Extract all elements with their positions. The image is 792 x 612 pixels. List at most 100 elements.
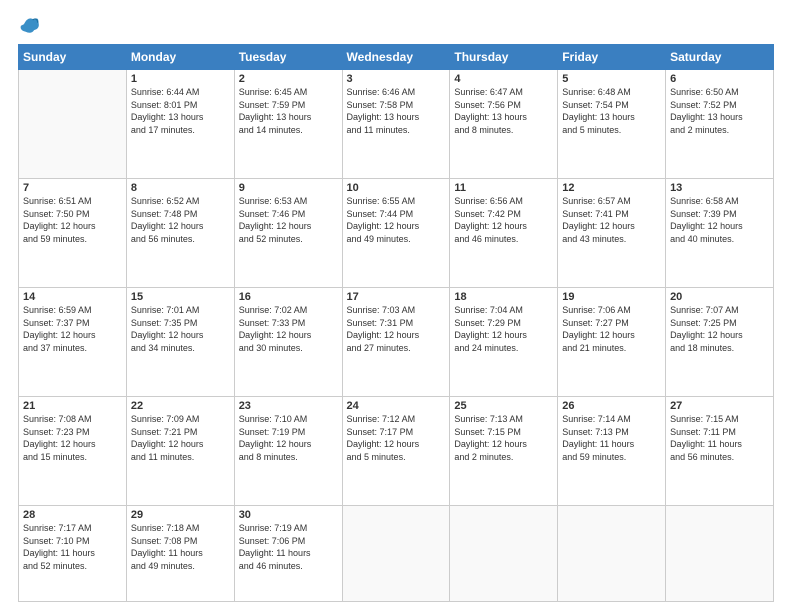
week-row-2: 14Sunrise: 6:59 AM Sunset: 7:37 PM Dayli… — [19, 288, 774, 397]
day-info: Sunrise: 7:02 AM Sunset: 7:33 PM Dayligh… — [239, 304, 338, 354]
day-info: Sunrise: 7:04 AM Sunset: 7:29 PM Dayligh… — [454, 304, 553, 354]
day-info: Sunrise: 6:57 AM Sunset: 7:41 PM Dayligh… — [562, 195, 661, 245]
day-number: 25 — [454, 400, 553, 412]
calendar-cell: 12Sunrise: 6:57 AM Sunset: 7:41 PM Dayli… — [558, 179, 666, 288]
day-info: Sunrise: 7:10 AM Sunset: 7:19 PM Dayligh… — [239, 413, 338, 463]
day-number: 28 — [23, 509, 122, 521]
day-info: Sunrise: 6:52 AM Sunset: 7:48 PM Dayligh… — [131, 195, 230, 245]
day-info: Sunrise: 7:01 AM Sunset: 7:35 PM Dayligh… — [131, 304, 230, 354]
calendar-table: SundayMondayTuesdayWednesdayThursdayFrid… — [18, 44, 774, 602]
day-number: 21 — [23, 400, 122, 412]
calendar-cell: 8Sunrise: 6:52 AM Sunset: 7:48 PM Daylig… — [126, 179, 234, 288]
calendar-cell — [450, 506, 558, 602]
day-number: 8 — [131, 182, 230, 194]
day-info: Sunrise: 6:56 AM Sunset: 7:42 PM Dayligh… — [454, 195, 553, 245]
day-number: 27 — [670, 400, 769, 412]
day-info: Sunrise: 7:06 AM Sunset: 7:27 PM Dayligh… — [562, 304, 661, 354]
calendar-cell: 14Sunrise: 6:59 AM Sunset: 7:37 PM Dayli… — [19, 288, 127, 397]
calendar-cell — [666, 506, 774, 602]
calendar-cell: 25Sunrise: 7:13 AM Sunset: 7:15 PM Dayli… — [450, 397, 558, 506]
weekday-header-saturday: Saturday — [666, 45, 774, 70]
calendar-cell: 28Sunrise: 7:17 AM Sunset: 7:10 PM Dayli… — [19, 506, 127, 602]
calendar-cell — [19, 70, 127, 179]
day-number: 11 — [454, 182, 553, 194]
day-number: 26 — [562, 400, 661, 412]
calendar-cell: 18Sunrise: 7:04 AM Sunset: 7:29 PM Dayli… — [450, 288, 558, 397]
day-info: Sunrise: 7:14 AM Sunset: 7:13 PM Dayligh… — [562, 413, 661, 463]
day-info: Sunrise: 7:19 AM Sunset: 7:06 PM Dayligh… — [239, 522, 338, 572]
calendar-cell: 16Sunrise: 7:02 AM Sunset: 7:33 PM Dayli… — [234, 288, 342, 397]
calendar-cell: 19Sunrise: 7:06 AM Sunset: 7:27 PM Dayli… — [558, 288, 666, 397]
day-info: Sunrise: 6:51 AM Sunset: 7:50 PM Dayligh… — [23, 195, 122, 245]
calendar-cell: 2Sunrise: 6:45 AM Sunset: 7:59 PM Daylig… — [234, 70, 342, 179]
day-number: 23 — [239, 400, 338, 412]
week-row-1: 7Sunrise: 6:51 AM Sunset: 7:50 PM Daylig… — [19, 179, 774, 288]
weekday-header-wednesday: Wednesday — [342, 45, 450, 70]
weekday-header-monday: Monday — [126, 45, 234, 70]
weekday-header-tuesday: Tuesday — [234, 45, 342, 70]
calendar-cell: 13Sunrise: 6:58 AM Sunset: 7:39 PM Dayli… — [666, 179, 774, 288]
day-info: Sunrise: 7:12 AM Sunset: 7:17 PM Dayligh… — [347, 413, 446, 463]
day-number: 3 — [347, 73, 446, 85]
calendar-cell: 11Sunrise: 6:56 AM Sunset: 7:42 PM Dayli… — [450, 179, 558, 288]
calendar-cell — [558, 506, 666, 602]
calendar-cell: 21Sunrise: 7:08 AM Sunset: 7:23 PM Dayli… — [19, 397, 127, 506]
day-info: Sunrise: 6:58 AM Sunset: 7:39 PM Dayligh… — [670, 195, 769, 245]
day-number: 24 — [347, 400, 446, 412]
calendar-cell: 1Sunrise: 6:44 AM Sunset: 8:01 PM Daylig… — [126, 70, 234, 179]
calendar-cell: 3Sunrise: 6:46 AM Sunset: 7:58 PM Daylig… — [342, 70, 450, 179]
header — [18, 14, 774, 36]
day-number: 7 — [23, 182, 122, 194]
day-number: 15 — [131, 291, 230, 303]
day-info: Sunrise: 6:50 AM Sunset: 7:52 PM Dayligh… — [670, 86, 769, 136]
calendar-cell: 24Sunrise: 7:12 AM Sunset: 7:17 PM Dayli… — [342, 397, 450, 506]
page: SundayMondayTuesdayWednesdayThursdayFrid… — [0, 0, 792, 612]
day-info: Sunrise: 7:18 AM Sunset: 7:08 PM Dayligh… — [131, 522, 230, 572]
day-number: 30 — [239, 509, 338, 521]
day-number: 22 — [131, 400, 230, 412]
weekday-header-thursday: Thursday — [450, 45, 558, 70]
day-info: Sunrise: 7:15 AM Sunset: 7:11 PM Dayligh… — [670, 413, 769, 463]
day-number: 12 — [562, 182, 661, 194]
calendar-cell: 30Sunrise: 7:19 AM Sunset: 7:06 PM Dayli… — [234, 506, 342, 602]
calendar-cell: 20Sunrise: 7:07 AM Sunset: 7:25 PM Dayli… — [666, 288, 774, 397]
day-info: Sunrise: 6:53 AM Sunset: 7:46 PM Dayligh… — [239, 195, 338, 245]
calendar-cell: 10Sunrise: 6:55 AM Sunset: 7:44 PM Dayli… — [342, 179, 450, 288]
day-number: 4 — [454, 73, 553, 85]
day-info: Sunrise: 6:48 AM Sunset: 7:54 PM Dayligh… — [562, 86, 661, 136]
day-info: Sunrise: 6:44 AM Sunset: 8:01 PM Dayligh… — [131, 86, 230, 136]
day-info: Sunrise: 7:09 AM Sunset: 7:21 PM Dayligh… — [131, 413, 230, 463]
day-info: Sunrise: 7:08 AM Sunset: 7:23 PM Dayligh… — [23, 413, 122, 463]
day-number: 5 — [562, 73, 661, 85]
week-row-4: 28Sunrise: 7:17 AM Sunset: 7:10 PM Dayli… — [19, 506, 774, 602]
day-number: 10 — [347, 182, 446, 194]
calendar-cell: 27Sunrise: 7:15 AM Sunset: 7:11 PM Dayli… — [666, 397, 774, 506]
calendar-cell: 17Sunrise: 7:03 AM Sunset: 7:31 PM Dayli… — [342, 288, 450, 397]
day-info: Sunrise: 6:46 AM Sunset: 7:58 PM Dayligh… — [347, 86, 446, 136]
calendar-cell — [342, 506, 450, 602]
day-number: 19 — [562, 291, 661, 303]
weekday-header-sunday: Sunday — [19, 45, 127, 70]
calendar-cell: 22Sunrise: 7:09 AM Sunset: 7:21 PM Dayli… — [126, 397, 234, 506]
day-info: Sunrise: 7:17 AM Sunset: 7:10 PM Dayligh… — [23, 522, 122, 572]
day-number: 29 — [131, 509, 230, 521]
week-row-3: 21Sunrise: 7:08 AM Sunset: 7:23 PM Dayli… — [19, 397, 774, 506]
calendar-cell: 9Sunrise: 6:53 AM Sunset: 7:46 PM Daylig… — [234, 179, 342, 288]
day-number: 14 — [23, 291, 122, 303]
calendar-cell: 29Sunrise: 7:18 AM Sunset: 7:08 PM Dayli… — [126, 506, 234, 602]
day-number: 17 — [347, 291, 446, 303]
day-info: Sunrise: 7:13 AM Sunset: 7:15 PM Dayligh… — [454, 413, 553, 463]
day-number: 13 — [670, 182, 769, 194]
day-info: Sunrise: 6:55 AM Sunset: 7:44 PM Dayligh… — [347, 195, 446, 245]
weekday-header-row: SundayMondayTuesdayWednesdayThursdayFrid… — [19, 45, 774, 70]
day-info: Sunrise: 7:07 AM Sunset: 7:25 PM Dayligh… — [670, 304, 769, 354]
calendar-cell: 7Sunrise: 6:51 AM Sunset: 7:50 PM Daylig… — [19, 179, 127, 288]
week-row-0: 1Sunrise: 6:44 AM Sunset: 8:01 PM Daylig… — [19, 70, 774, 179]
day-number: 2 — [239, 73, 338, 85]
calendar-cell: 15Sunrise: 7:01 AM Sunset: 7:35 PM Dayli… — [126, 288, 234, 397]
day-number: 18 — [454, 291, 553, 303]
day-number: 9 — [239, 182, 338, 194]
weekday-header-friday: Friday — [558, 45, 666, 70]
day-number: 20 — [670, 291, 769, 303]
calendar-cell: 26Sunrise: 7:14 AM Sunset: 7:13 PM Dayli… — [558, 397, 666, 506]
